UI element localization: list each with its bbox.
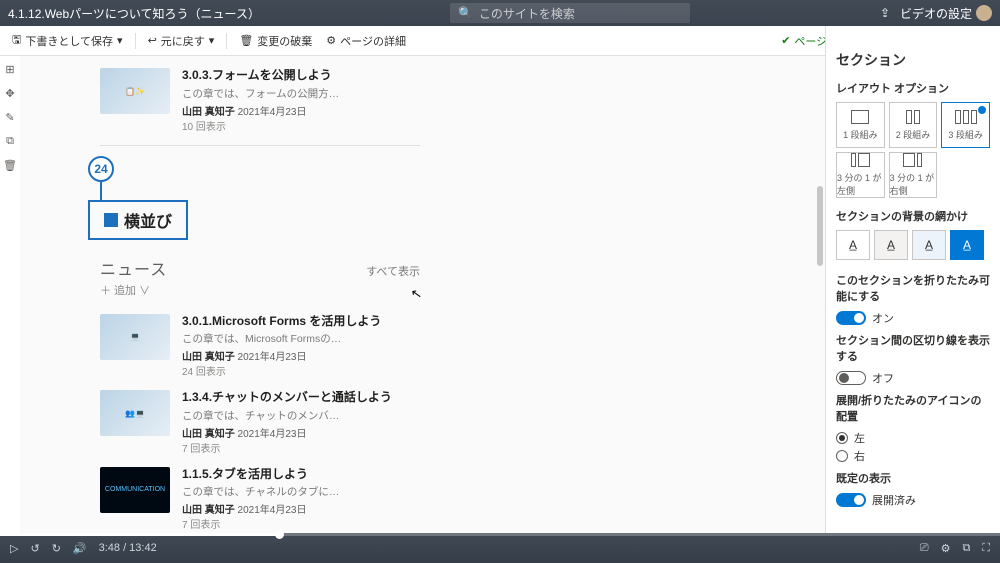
icon-position-label: 展開/折りたたみのアイコンの配置 [836,392,990,424]
callout-square-icon [104,213,118,227]
video-progress-bar[interactable] [0,533,1000,536]
news-item-byline: 山田 真知子 2021年4月23日 [182,348,420,363]
move-section-button[interactable]: ✥ [3,86,17,100]
save-draft-button[interactable]: 🖫 下書きとして保存 ▾ [8,28,127,53]
fullscreen-button[interactable]: ⛶ [982,542,990,555]
undo-button[interactable]: ↩ 元に戻す ▾ [144,30,219,52]
play-button[interactable]: ▷ [10,542,18,555]
divider [100,145,420,146]
news-add-button[interactable]: ＋ 追加 ∨ [100,282,825,298]
default-state-toggle[interactable]: 展開済み [836,492,990,508]
icon-pos-right[interactable]: 右 [836,448,990,464]
canvas-scrollbar[interactable] [817,186,823,266]
search-icon: 🔍 [458,6,473,20]
news-item-views: 10 回表示 [182,118,420,133]
news-item-desc: この章では、チャットのメンバ… [182,408,392,423]
video-title-bar: 4.1.12.Webパーツについて知ろう（ニュース） 🔍 このサイトを検索 ⇪ … [0,0,1000,26]
video-title: 4.1.12.Webパーツについて知ろう（ニュース） [8,5,260,22]
site-search[interactable]: 🔍 このサイトを検索 [450,3,690,23]
page-canvas: 📋✨ 3.0.3.フォームを公開しよう この章では、フォームの公開方… 山田 真… [20,56,825,533]
news-item-byline: 山田 真知子 2021年4月23日 [182,103,420,118]
layout-option[interactable]: 3 段組み [941,102,990,148]
section-properties-pane: セクション レイアウト オプション 1 段組み2 段組み3 段組み3 分の 1 … [825,26,1000,533]
news-item[interactable]: 💻 3.0.1.Microsoft Forms を活用しよう この章では、Mic… [100,308,420,385]
collapsible-label: このセクションを折りたたみ可能にする [836,272,990,304]
shade-neutral[interactable]: A̲ [874,230,908,260]
section-shading-label: セクションの背景の網かけ [836,208,990,224]
video-time: 3:48 / 13:42 [99,542,157,554]
delete-section-button[interactable]: 🗑 [3,158,17,172]
video-control-bar: ▷ ↺ ↻ 🔊 3:48 / 13:42 ⎚ ⚙ ⧉ ⛶ [0,533,1000,563]
chevron-down-icon: ▾ [209,34,215,47]
shade-soft[interactable]: A̲ [912,230,946,260]
news-thumbnail: 💻 [100,314,170,360]
captions-button[interactable]: ⎚ [920,542,929,555]
news-item-views: 7 回表示 [182,516,420,531]
news-item-byline: 山田 真知子 2021年4月23日 [182,425,420,440]
add-section-button[interactable]: ⊞ [3,62,17,76]
pane-heading: セクション [836,50,990,70]
forward-button[interactable]: ↻ [52,542,61,555]
shade-none[interactable]: A̲ [836,230,870,260]
page-details-button[interactable]: ⚙ ページの詳細 [322,30,410,52]
news-heading[interactable]: ニュース [100,256,167,280]
icon-pos-left[interactable]: 左 [836,430,990,446]
collapsible-toggle[interactable]: オン [836,310,990,326]
news-thumbnail: 👥💻 [100,390,170,436]
pip-button[interactable]: ⧉ [962,542,970,555]
divider-toggle[interactable]: オフ [836,370,990,386]
tutorial-callout: 24 横並び [88,156,825,240]
news-item[interactable]: 👥💻 1.3.4.チャットのメンバーと通話しよう この章では、チャットのメンバ…… [100,384,420,461]
layout-option[interactable]: 3 分の 1 が右側 [889,152,938,198]
news-item[interactable]: COMMUNICATION 1.1.5.タブを活用しよう この章では、チャネルの… [100,461,420,533]
share-icon[interactable]: ⇪ [880,6,890,20]
news-thumbnail: COMMUNICATION [100,467,170,513]
layout-option[interactable]: 1 段組み [836,102,885,148]
news-item-byline: 山田 真知子 2021年4月23日 [182,501,420,516]
shade-strong[interactable]: A̲ [950,230,984,260]
about-video-link[interactable]: ビデオについて ⧉ [848,31,936,47]
news-item-title: 1.1.5.タブを活用しよう [182,467,420,483]
news-item-title: 3.0.3.フォームを公開しよう [182,68,420,84]
rewind-button[interactable]: ↺ [30,542,39,555]
volume-button[interactable]: 🔊 [73,542,87,555]
news-item-views: 24 回表示 [182,363,420,378]
video-sublinks: ビデオについて ⧉ ヘルプ ⧉ [848,26,1000,52]
callout-step-badge: 24 [88,156,114,182]
video-settings-button[interactable]: ビデオの設定 [900,5,992,22]
news-item-title: 1.3.4.チャットのメンバーと通話しよう [182,390,420,406]
news-thumbnail: 📋✨ [100,68,170,114]
divider-label: セクション間の区切り線を表示する [836,332,990,364]
layout-option[interactable]: 2 段組み [889,102,938,148]
news-webpart-header: ニュース すべて表示 [100,256,420,280]
callout-label: 横並び [124,208,172,232]
news-item-desc: この章では、フォームの公開方… [182,86,392,101]
news-item-desc: この章では、Microsoft Formsの… [182,331,392,346]
copy-section-button[interactable]: ⧉ [3,134,17,148]
chevron-down-icon: ▾ [117,34,123,47]
edit-section-button[interactable]: ✎ [3,110,17,124]
section-shading-options: A̲ A̲ A̲ A̲ [836,230,990,260]
layout-option[interactable]: 3 分の 1 が左側 [836,152,885,198]
layout-options-label: レイアウト オプション [836,80,990,96]
default-state-label: 既定の表示 [836,470,990,486]
search-placeholder: このサイトを検索 [479,5,575,22]
news-see-all-link[interactable]: すべて表示 [366,263,420,279]
help-link[interactable]: ヘルプ ⧉ [946,31,990,47]
news-item-desc: この章では、チャネルのタブに… [182,484,392,499]
discard-changes-button[interactable]: 🗑 変更の破棄 [235,30,316,52]
news-item-title: 3.0.1.Microsoft Forms を活用しよう [182,314,420,330]
news-item[interactable]: 📋✨ 3.0.3.フォームを公開しよう この章では、フォームの公開方… 山田 真… [100,62,420,139]
section-toolbox-rail: ⊞ ✥ ✎ ⧉ 🗑 [0,56,20,533]
settings-gear-icon[interactable]: ⚙ [941,542,951,555]
news-item-views: 7 回表示 [182,440,420,455]
avatar [976,5,992,21]
